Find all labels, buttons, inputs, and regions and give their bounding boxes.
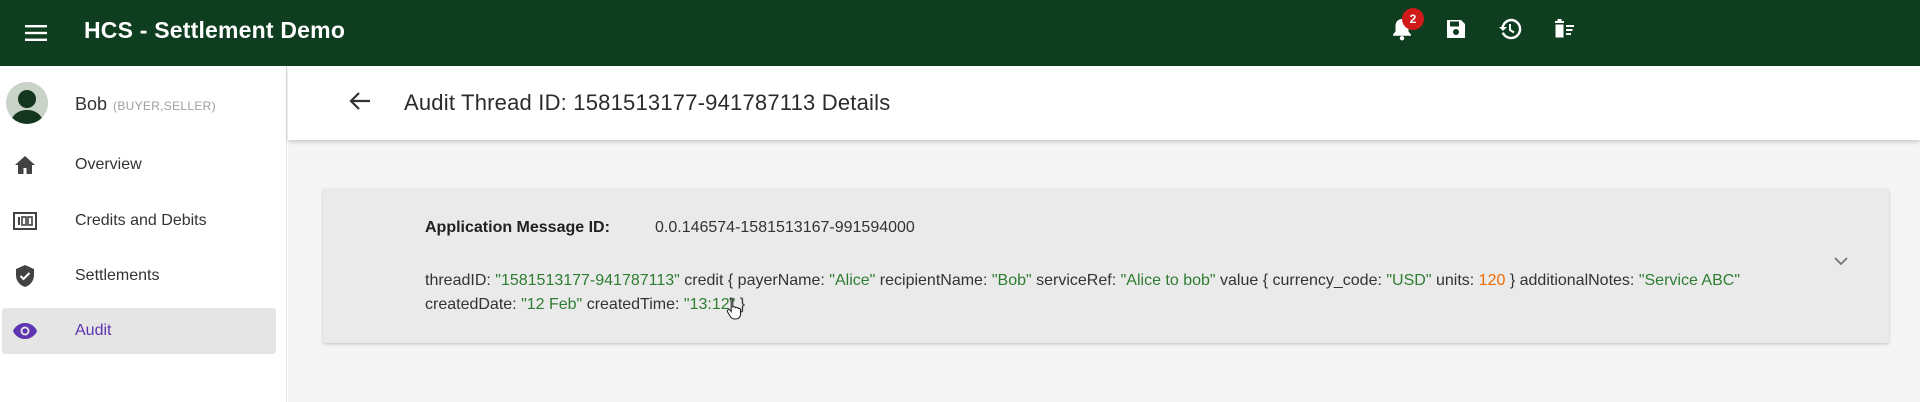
sidebar: Bob (BUYER,SELLER) Overview Credits and D… — [0, 66, 287, 402]
notifications-button[interactable]: 2 — [1386, 8, 1424, 47]
arrow-back-icon — [349, 91, 371, 116]
history-icon — [1498, 18, 1522, 45]
payload-value: "USD" — [1386, 272, 1432, 289]
payload-value: "Alice" — [829, 272, 876, 289]
payload-key: serviceRef: — [1036, 272, 1117, 289]
save-button[interactable] — [1440, 15, 1472, 47]
main-content: Application Message ID: 0.0.146574-15815… — [288, 140, 1920, 402]
user-profile: Bob (BUYER,SELLER) — [0, 66, 287, 133]
shield-icon — [12, 263, 38, 289]
message-payload: threadID: "1581513177-941787113" credit … — [425, 269, 1805, 317]
user-name-line: Bob (BUYER,SELLER) — [75, 94, 216, 115]
eye-icon — [12, 318, 38, 344]
save-icon — [1445, 18, 1467, 45]
notification-badge: 2 — [1402, 8, 1424, 30]
user-name: Bob — [75, 94, 108, 114]
home-icon — [12, 152, 38, 178]
payload-value: "1581513177-941787113" — [495, 272, 680, 289]
payload-key: credit { — [684, 272, 734, 289]
sidebar-item-audit[interactable]: Audit — [2, 308, 276, 354]
app-title: HCS - Settlement Demo — [84, 17, 346, 43]
sidebar-item-settlements[interactable]: Settlements — [2, 253, 276, 299]
menu-icon[interactable] — [20, 17, 52, 49]
app-bar: HCS - Settlement Demo 2 — [0, 0, 1920, 66]
message-panel[interactable]: Application Message ID: 0.0.146574-15815… — [323, 189, 1889, 343]
sidebar-item-label: Credits and Debits — [75, 212, 207, 229]
clear-button[interactable] — [1548, 15, 1580, 47]
payload-value: "12 Feb" — [521, 296, 583, 313]
mouse-pointer-icon — [726, 296, 744, 320]
payload-key: createdDate: — [425, 296, 517, 313]
sidebar-item-label: Settlements — [75, 267, 160, 284]
payload-value: 120 — [1478, 272, 1506, 289]
payload-key: units: — [1435, 272, 1475, 289]
payload-key: value { — [1220, 272, 1269, 289]
payload-value: "Alice to bob" — [1120, 272, 1216, 289]
back-button[interactable] — [344, 87, 376, 119]
avatar — [6, 82, 48, 124]
user-roles: (BUYER,SELLER) — [113, 99, 216, 113]
ledger-icon — [12, 208, 38, 234]
page-header: Audit Thread ID: 1581513177-941787113 De… — [288, 66, 1920, 140]
payload-value: "Service ABC" — [1638, 272, 1740, 289]
payload-key: currency_code: — [1272, 272, 1382, 289]
sidebar-item-credits-and-debits[interactable]: Credits and Debits — [2, 198, 276, 244]
payload-key: } — [1509, 272, 1516, 289]
message-id-label: Application Message ID: — [425, 219, 610, 236]
message-id-value: 0.0.146574-1581513167-991594000 — [655, 219, 915, 236]
payload-value: "Bob" — [991, 272, 1032, 289]
sidebar-item-label: Overview — [75, 156, 142, 173]
sidebar-item-overview[interactable]: Overview — [2, 142, 276, 188]
payload-key: recipientName: — [879, 272, 988, 289]
sidebar-item-label: Audit — [75, 322, 112, 339]
payload-key: payerName: — [737, 272, 825, 289]
payload-key: createdTime: — [586, 296, 680, 313]
chevron-down-icon[interactable] — [1829, 249, 1853, 273]
delete-sweep-icon — [1552, 18, 1576, 45]
payload-key: additionalNotes: — [1519, 272, 1635, 289]
history-button[interactable] — [1494, 15, 1526, 47]
page-title: Audit Thread ID: 1581513177-941787113 De… — [404, 90, 891, 115]
payload-key: threadID: — [425, 272, 491, 289]
